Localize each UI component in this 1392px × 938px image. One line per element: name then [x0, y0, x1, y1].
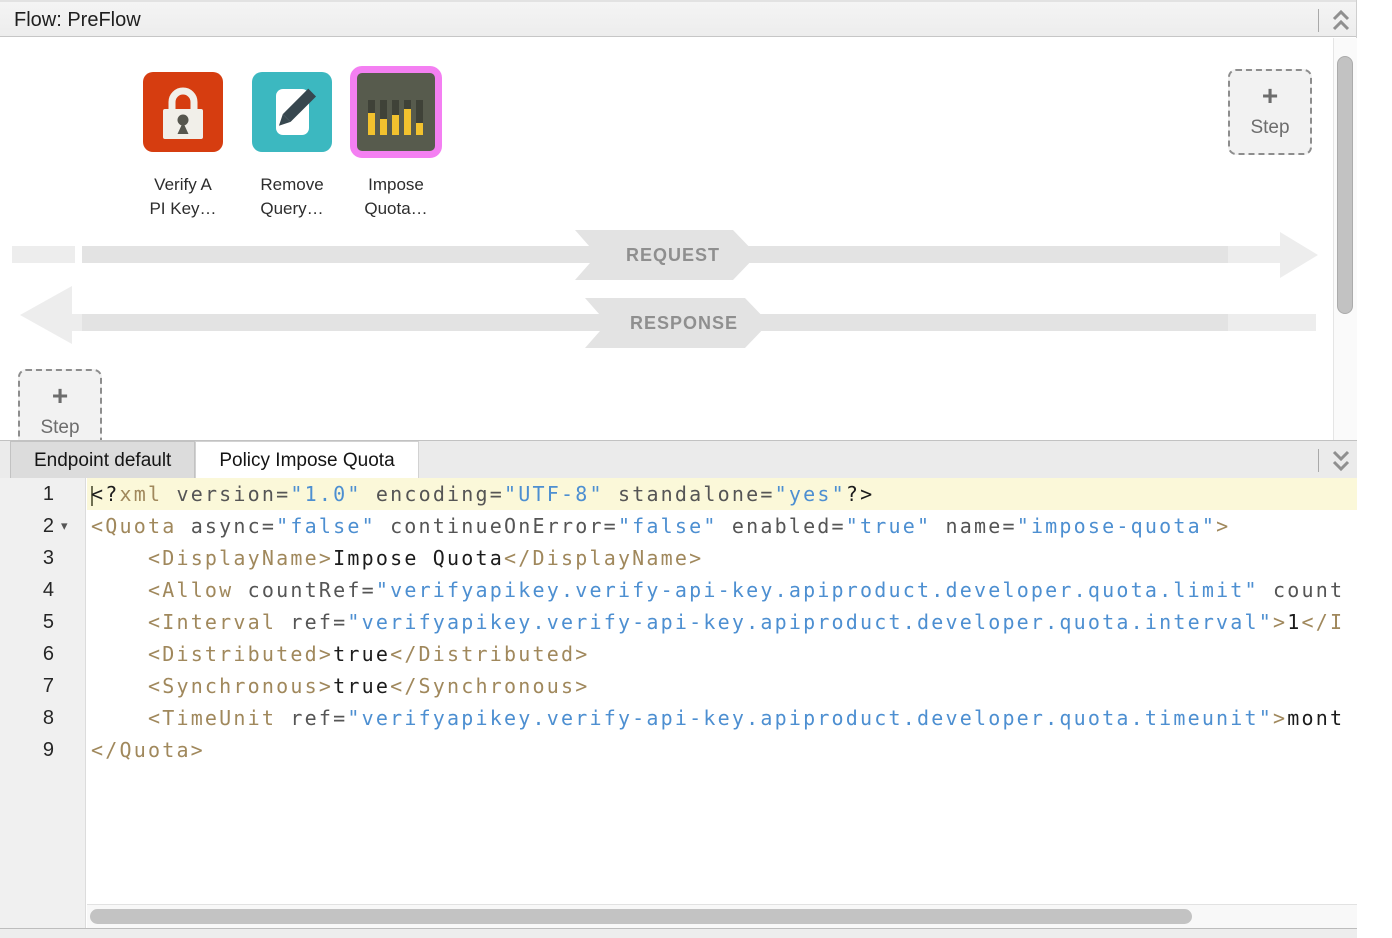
- response-arrow-segment: [58, 314, 82, 331]
- tab-endpoint-default[interactable]: Endpoint default: [10, 441, 195, 479]
- add-step-button-response[interactable]: + Step: [18, 369, 102, 440]
- policy-remove-query[interactable]: [252, 72, 332, 152]
- line-number: 9: [0, 734, 85, 766]
- code-area[interactable]: <?xml version="1.0" encoding="UTF-8" sta…: [87, 478, 1357, 928]
- code-line[interactable]: <Allow countRef="verifyapikey.verify-api…: [87, 574, 1357, 606]
- request-arrow-segment: [12, 246, 75, 263]
- code-line[interactable]: <Synchronous>true</Synchronous>: [87, 670, 1357, 702]
- tabbar-divider: [1318, 449, 1319, 472]
- editor-horizontal-scrollbar-thumb[interactable]: [90, 909, 1192, 924]
- request-arrowhead-icon: [1280, 232, 1318, 278]
- line-number: 5: [0, 606, 85, 638]
- policy-label-impose-quota: Impose Quota…: [336, 173, 456, 221]
- line-number-gutter: 12▾3456789: [0, 478, 86, 928]
- code-line[interactable]: <TimeUnit ref="verifyapikey.verify-api-k…: [87, 702, 1357, 734]
- line-number: 6: [0, 638, 85, 670]
- flow-panel-title: Flow: PreFlow: [14, 9, 141, 32]
- line-number: 3: [0, 542, 85, 574]
- line-number: 4: [0, 574, 85, 606]
- line-number: 7: [0, 670, 85, 702]
- app-window: Flow: PreFlow Verify A: [0, 0, 1392, 938]
- chevron-double-down-icon: [1328, 447, 1354, 474]
- request-badge: REQUEST: [575, 230, 757, 280]
- editor-horizontal-scrollbar[interactable]: [87, 904, 1357, 928]
- policy-label-verify-api-key: Verify A PI Key…: [123, 173, 243, 221]
- flow-header: Flow: PreFlow: [0, 0, 1356, 37]
- code-line[interactable]: <Quota async="false" continueOnError="fa…: [87, 510, 1357, 542]
- request-arrow-segment: [1228, 246, 1284, 263]
- header-divider: [1318, 9, 1319, 32]
- editor-tab-bar: Endpoint defaultPolicy Impose Quota: [0, 440, 1357, 478]
- flow-vertical-scrollbar-thumb[interactable]: [1337, 56, 1353, 314]
- policy-verify-api-key[interactable]: [143, 72, 223, 152]
- window-bottom-bar: [0, 928, 1357, 938]
- collapse-flow-panel-button[interactable]: [1328, 7, 1354, 34]
- line-number: 1: [0, 478, 85, 510]
- code-line[interactable]: <Interval ref="verifyapikey.verify-api-k…: [87, 606, 1357, 638]
- line-number: 2▾: [0, 510, 85, 542]
- proxy-editor-panel: Flow: PreFlow Verify A: [0, 0, 1357, 938]
- tab-policy-impose-quota[interactable]: Policy Impose Quota: [195, 441, 418, 479]
- tab-list: Endpoint defaultPolicy Impose Quota: [10, 441, 419, 479]
- policy-impose-quota-selected[interactable]: [350, 66, 442, 158]
- code-line[interactable]: <?xml version="1.0" encoding="UTF-8" sta…: [87, 478, 1357, 510]
- xml-code-editor[interactable]: 12▾3456789 <?xml version="1.0" encoding=…: [0, 478, 1357, 928]
- code-line[interactable]: <DisplayName>Impose Quota</DisplayName>: [87, 542, 1357, 574]
- policy-label-remove-query: Remove Query…: [232, 173, 352, 221]
- add-step-button-request[interactable]: + Step: [1228, 69, 1312, 155]
- plus-icon: +: [20, 381, 100, 411]
- line-number: 8: [0, 702, 85, 734]
- flow-vertical-scrollbar[interactable]: [1333, 38, 1357, 440]
- flow-canvas: Verify A PI Key… Remove Query…: [0, 38, 1357, 440]
- collapse-editor-panel-button[interactable]: [1328, 447, 1354, 474]
- code-line[interactable]: <Distributed>true</Distributed>: [87, 638, 1357, 670]
- plus-icon: +: [1230, 81, 1310, 111]
- response-badge: RESPONSE: [585, 298, 769, 348]
- code-line[interactable]: </Quota>: [87, 734, 1357, 766]
- fold-toggle-icon[interactable]: ▾: [61, 510, 68, 542]
- chevron-double-up-icon: [1328, 7, 1354, 34]
- response-arrow-segment: [1228, 314, 1316, 331]
- pencil-icon: [252, 72, 332, 152]
- bar-chart-icon: [357, 73, 435, 151]
- lock-icon: [143, 72, 223, 152]
